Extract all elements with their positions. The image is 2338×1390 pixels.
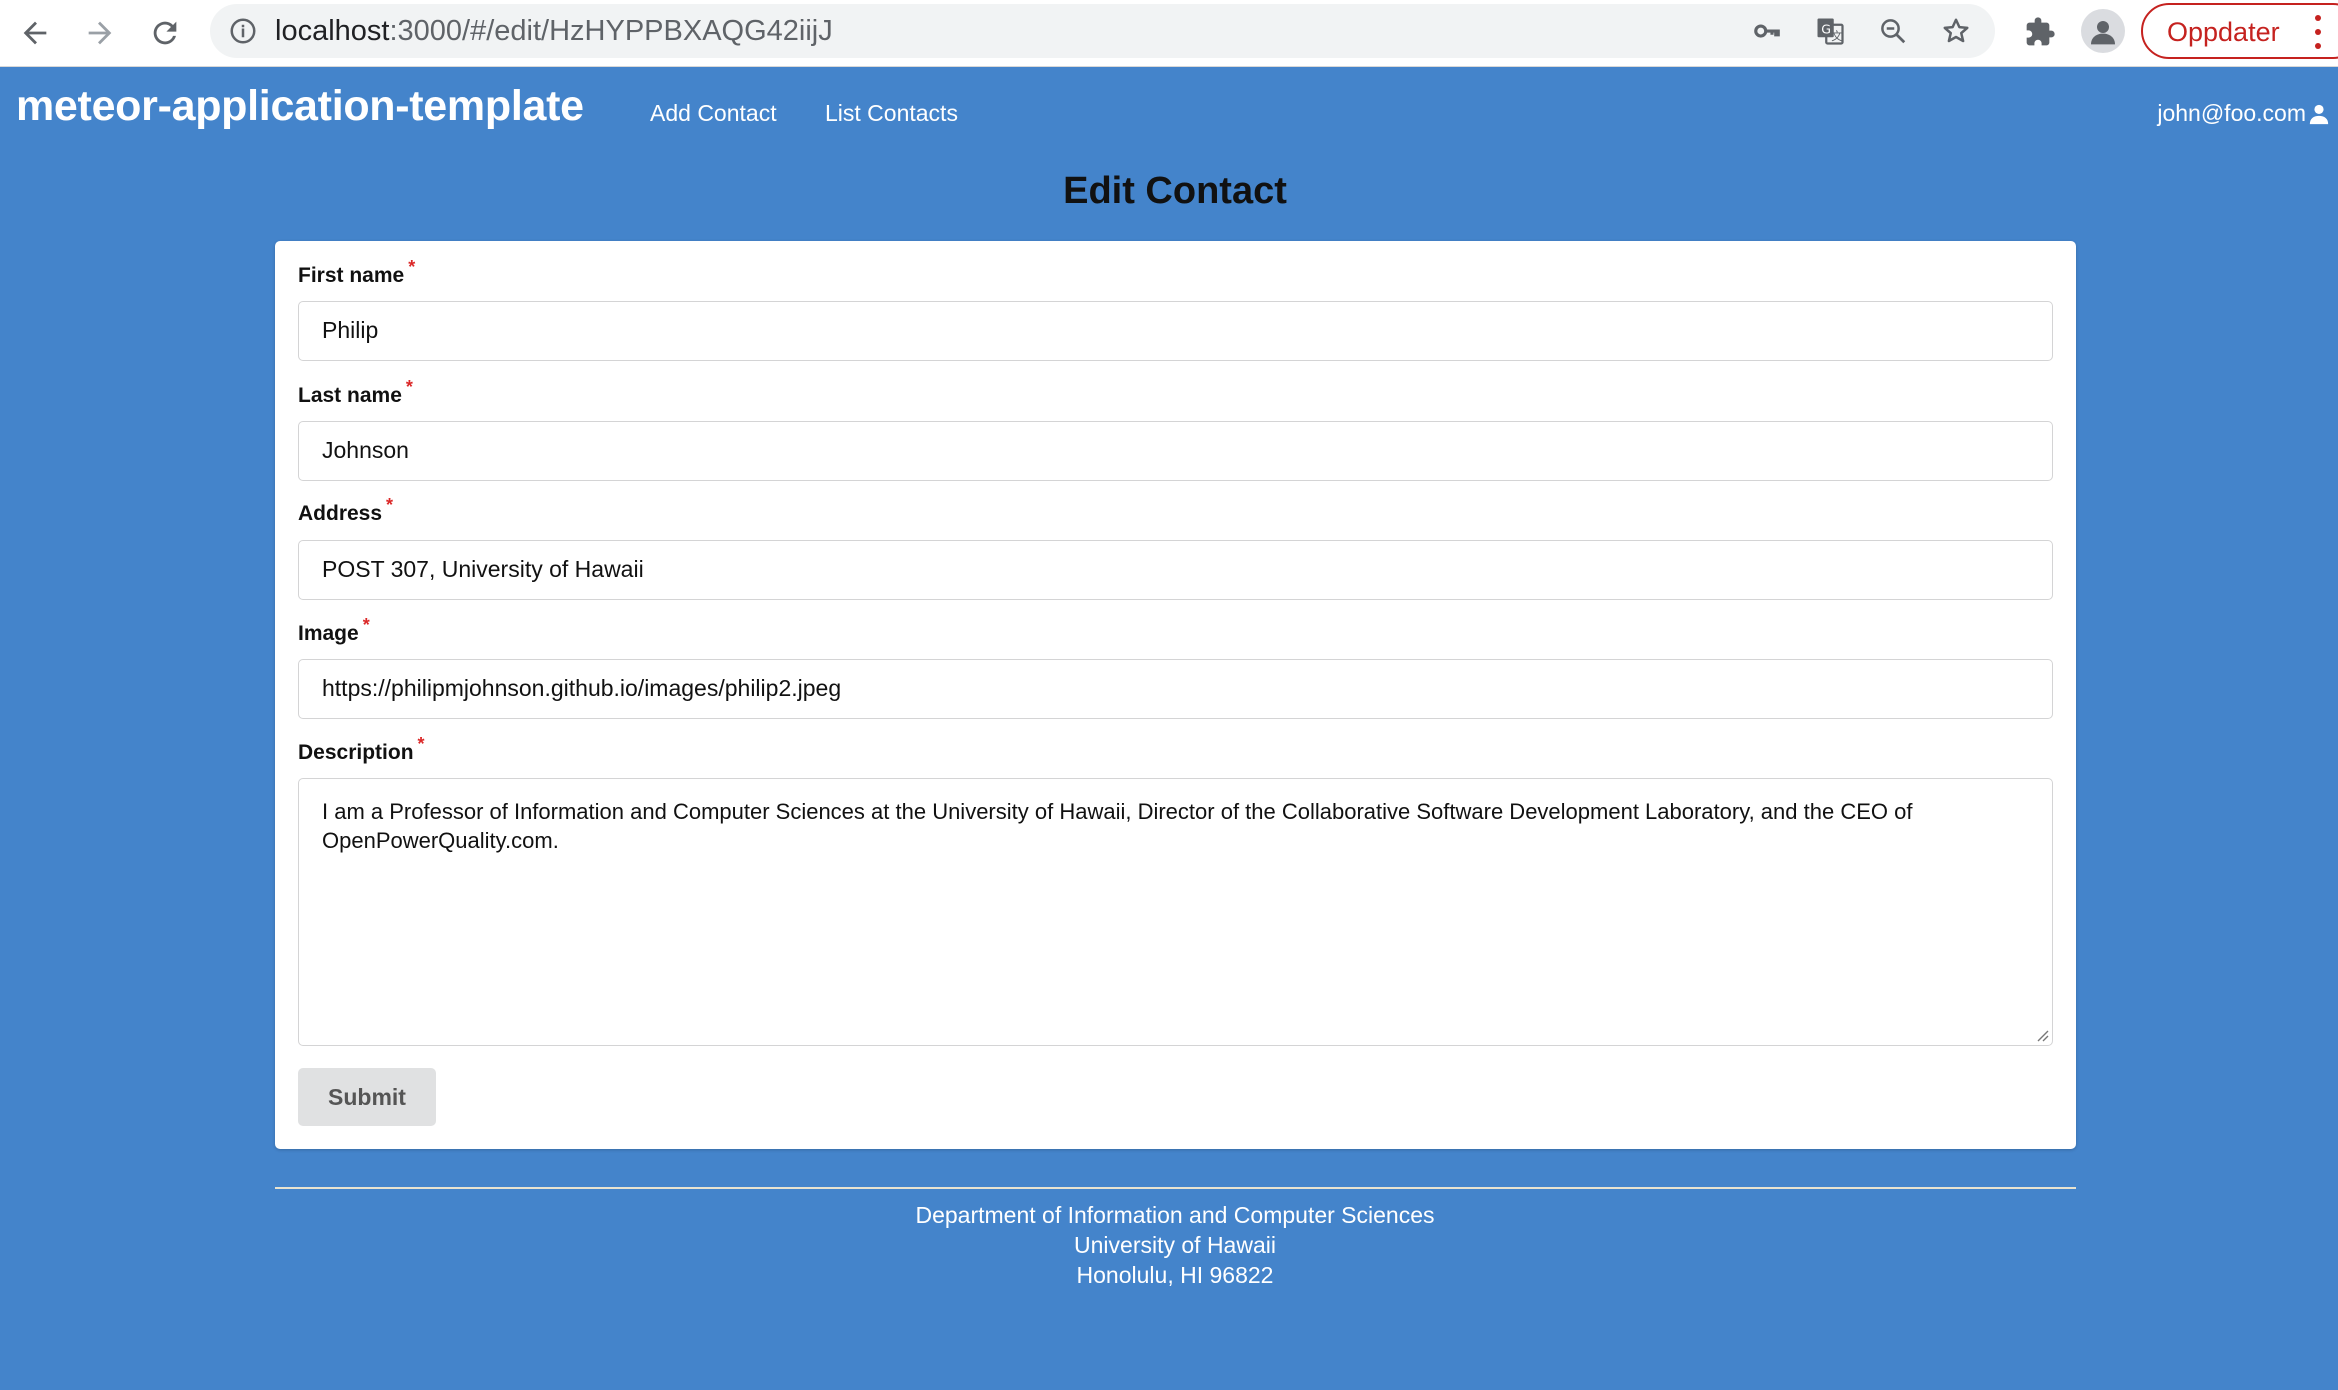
required-marker: * bbox=[386, 495, 394, 515]
footer: Department of Information and Computer S… bbox=[0, 1200, 2338, 1290]
required-marker: * bbox=[362, 615, 370, 635]
submit-button[interactable]: Submit bbox=[298, 1068, 436, 1126]
last-name-input[interactable]: Johnson bbox=[298, 421, 2053, 481]
address-label: Address * bbox=[298, 495, 394, 525]
update-button-label: Oppdater bbox=[2167, 17, 2280, 47]
svg-text:文: 文 bbox=[1831, 29, 1842, 43]
url-text[interactable]: localhost:3000/#/edit/HzHYPPBXAQG42iijJ bbox=[275, 15, 833, 48]
resize-grip-icon[interactable] bbox=[2033, 1026, 2049, 1042]
translate-icon[interactable]: G文 bbox=[1813, 14, 1847, 48]
browser-toolbar: localhost:3000/#/edit/HzHYPPBXAQG42iijJ … bbox=[0, 0, 2338, 67]
user-menu[interactable]: john@foo.com bbox=[2157, 100, 2330, 127]
required-marker: * bbox=[408, 257, 416, 277]
star-icon[interactable] bbox=[1939, 14, 1973, 48]
footer-department: Department of Information and Computer S… bbox=[915, 1202, 1435, 1228]
required-marker: * bbox=[405, 377, 413, 397]
user-icon bbox=[2309, 104, 2329, 124]
nav-add-contact[interactable]: Add Contact bbox=[650, 100, 777, 127]
image-url-input[interactable]: https://philipmjohnson.github.io/images/… bbox=[298, 659, 2053, 719]
footer-university: University of Hawaii bbox=[1074, 1232, 1276, 1258]
url-path: :3000/#/edit/HzHYPPBXAQG42iijJ bbox=[389, 15, 833, 47]
update-browser-button[interactable]: Oppdater bbox=[2141, 3, 2338, 59]
app-brand[interactable]: meteor-application-template bbox=[16, 82, 584, 131]
url-host: localhost bbox=[275, 15, 390, 47]
first-name-input[interactable]: Philip bbox=[298, 301, 2053, 361]
footer-address: Honolulu, HI 96822 bbox=[1076, 1262, 1274, 1288]
nav-list-contacts[interactable]: List Contacts bbox=[825, 100, 958, 127]
first-name-label: First name * bbox=[298, 257, 416, 287]
profile-avatar-icon[interactable] bbox=[2081, 9, 2125, 53]
puzzle-extension-icon[interactable] bbox=[2020, 12, 2060, 52]
key-icon[interactable] bbox=[1750, 14, 1784, 48]
footer-divider bbox=[275, 1187, 2076, 1189]
image-label: Image * bbox=[298, 615, 370, 645]
kebab-menu-icon[interactable] bbox=[2311, 15, 2325, 49]
reload-icon[interactable] bbox=[140, 8, 190, 58]
last-name-label: Last name * bbox=[298, 377, 413, 407]
forward-arrow-icon[interactable] bbox=[75, 8, 125, 58]
required-marker: * bbox=[417, 734, 425, 754]
description-textarea[interactable]: I am a Professor of Information and Comp… bbox=[298, 778, 2053, 1046]
address-bar[interactable]: localhost:3000/#/edit/HzHYPPBXAQG42iijJ … bbox=[210, 4, 1995, 58]
site-info-icon[interactable] bbox=[228, 16, 258, 46]
user-email: john@foo.com bbox=[2157, 100, 2306, 126]
zoom-out-icon[interactable] bbox=[1876, 14, 1910, 48]
description-text: I am a Professor of Information and Comp… bbox=[322, 799, 1913, 853]
description-label: Description * bbox=[298, 734, 425, 764]
back-arrow-icon[interactable] bbox=[10, 8, 60, 58]
page-title: Edit Contact bbox=[1063, 170, 1287, 212]
address-input[interactable]: POST 307, University of Hawaii bbox=[298, 540, 2053, 600]
edit-contact-form: First name * Philip Last name * Johnson Ad… bbox=[275, 241, 2076, 1149]
svg-text:G: G bbox=[1821, 22, 1831, 37]
